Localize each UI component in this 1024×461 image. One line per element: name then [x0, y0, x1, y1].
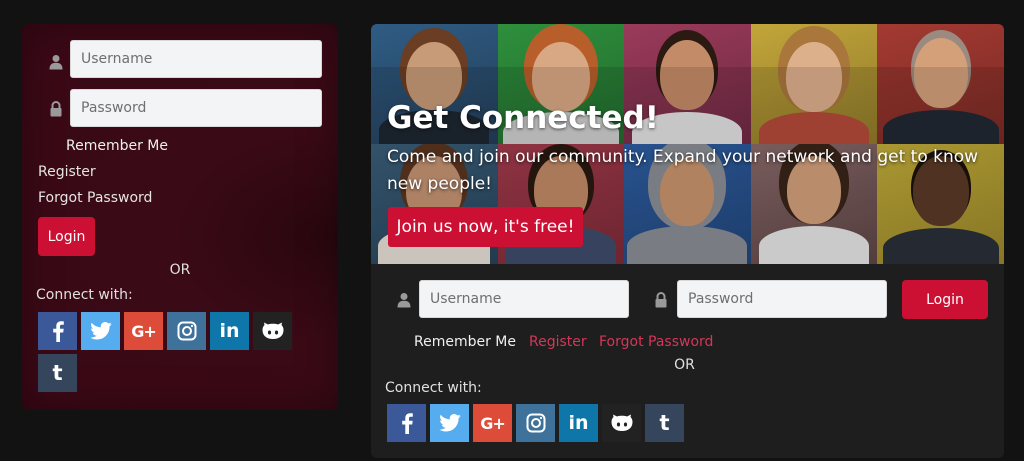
user-icon	[397, 292, 411, 308]
twitter-icon	[438, 414, 461, 432]
forgot-password-link[interactable]: Forgot Password	[599, 334, 713, 350]
twitter-icon	[89, 322, 112, 340]
tumblr-icon: t	[659, 411, 670, 435]
login-button[interactable]: Login	[902, 280, 988, 319]
hero-subtitle: Come and join our community. Expand your…	[387, 147, 979, 194]
lock-icon	[49, 101, 63, 117]
connect-with-label: Connect with:	[36, 287, 133, 303]
twitter-button[interactable]	[81, 312, 120, 350]
register-link[interactable]: Register	[38, 164, 96, 180]
login-widget: Remember Me Register Forgot Password Log…	[22, 24, 338, 410]
social-buttons: G+ in t	[387, 404, 684, 442]
password-field[interactable]	[70, 89, 322, 127]
tumblr-button[interactable]: t	[38, 354, 77, 392]
username-field[interactable]	[70, 40, 322, 78]
remember-me-checkbox[interactable]: Remember Me	[414, 334, 516, 350]
hero-banner: Get Connected! Come and join our communi…	[371, 24, 1004, 264]
instagram-button[interactable]	[167, 312, 206, 350]
lock-icon	[654, 292, 668, 308]
social-buttons: G+ in t	[38, 312, 298, 392]
google-plus-icon: G+	[480, 413, 506, 433]
facebook-button[interactable]	[38, 312, 77, 350]
hero-title: Get Connected!	[387, 100, 659, 136]
linkedin-button[interactable]: in	[559, 404, 598, 442]
username-input[interactable]	[420, 281, 628, 317]
google-plus-button[interactable]: G+	[473, 404, 512, 442]
username-field[interactable]	[419, 280, 629, 318]
github-icon	[611, 414, 633, 432]
login-button[interactable]: Login	[38, 217, 95, 256]
username-input[interactable]	[71, 41, 321, 77]
linkedin-icon: in	[568, 412, 589, 434]
forgot-password-link[interactable]: Forgot Password	[38, 190, 152, 206]
join-button[interactable]: Join us now, it's free!	[388, 207, 583, 247]
facebook-icon	[400, 412, 414, 434]
tumblr-button[interactable]: t	[645, 404, 684, 442]
user-icon	[49, 54, 63, 70]
instagram-button[interactable]	[516, 404, 555, 442]
connect-with-label: Connect with:	[385, 380, 482, 396]
remember-me-checkbox[interactable]: Remember Me	[66, 138, 168, 154]
facebook-button[interactable]	[387, 404, 426, 442]
github-button[interactable]	[602, 404, 641, 442]
google-plus-icon: G+	[131, 321, 157, 341]
github-button[interactable]	[253, 312, 292, 350]
password-input[interactable]	[678, 281, 886, 317]
google-plus-button[interactable]: G+	[124, 312, 163, 350]
facebook-icon	[51, 320, 65, 342]
or-divider: OR	[674, 357, 695, 373]
or-divider: OR	[169, 262, 191, 278]
signup-widget: Get Connected! Come and join our communi…	[371, 24, 1004, 458]
github-icon	[262, 322, 284, 340]
tumblr-icon: t	[52, 361, 63, 385]
password-input[interactable]	[71, 90, 321, 126]
register-link[interactable]: Register	[529, 334, 587, 350]
linkedin-icon: in	[219, 320, 240, 342]
instagram-icon	[526, 413, 546, 433]
linkedin-button[interactable]: in	[210, 312, 249, 350]
password-field[interactable]	[677, 280, 887, 318]
instagram-icon	[177, 321, 197, 341]
twitter-button[interactable]	[430, 404, 469, 442]
